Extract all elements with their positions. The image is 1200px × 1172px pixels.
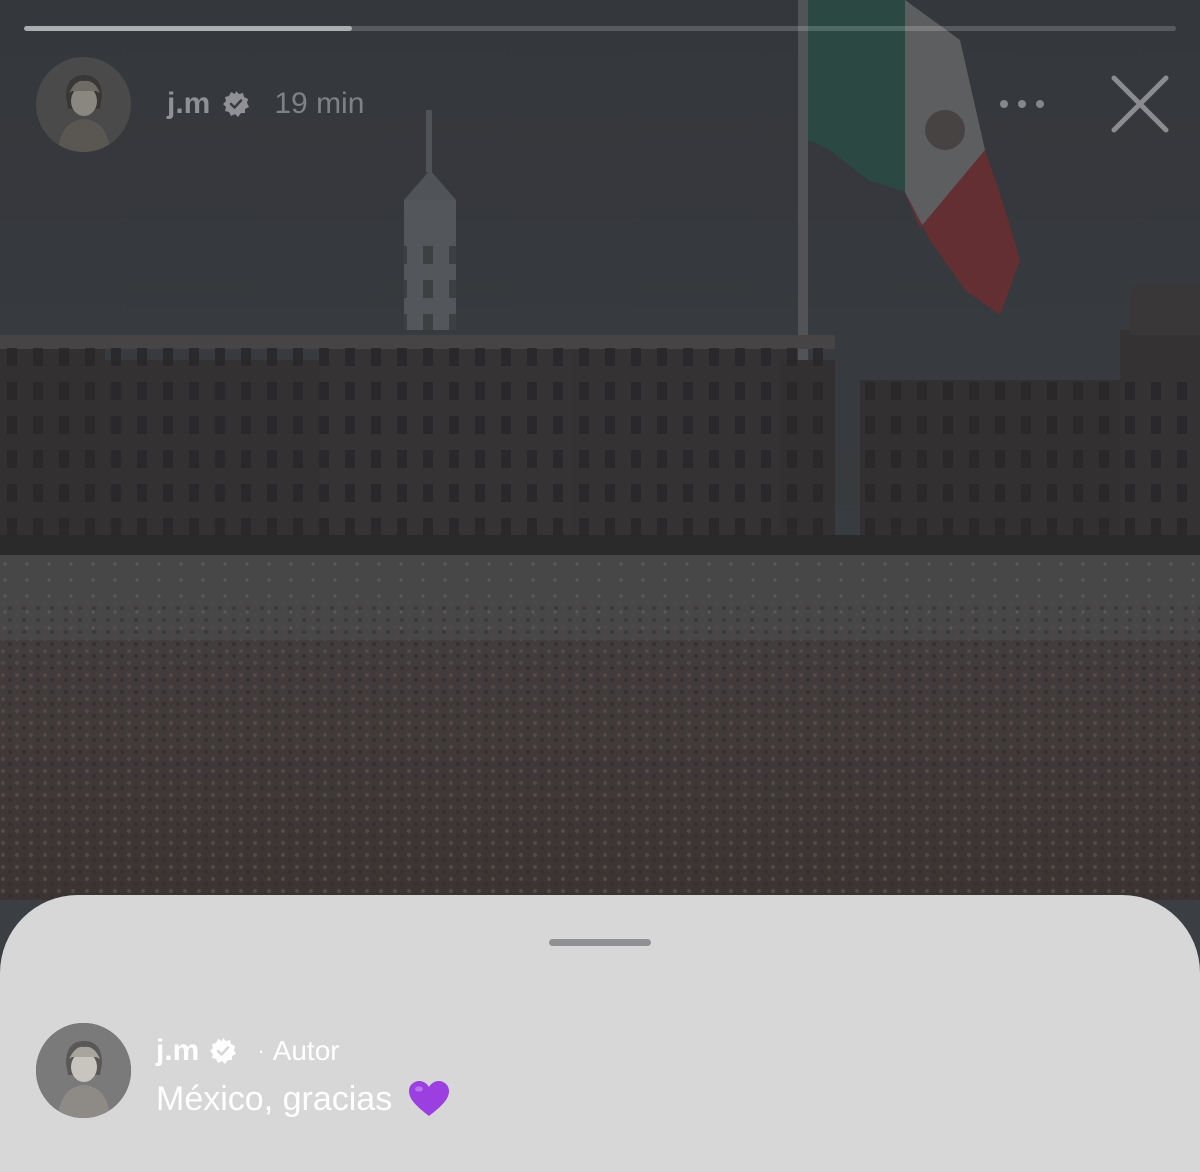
purple-heart-icon xyxy=(408,1080,450,1118)
verified-badge-icon xyxy=(222,90,250,118)
close-button[interactable] xyxy=(1104,68,1176,140)
story-header: j.m 19 min xyxy=(36,56,364,152)
comment-header: j.m · Autor xyxy=(156,1033,340,1069)
story-progress-fill xyxy=(24,26,353,31)
person-portrait-icon xyxy=(36,1023,131,1118)
more-options-button[interactable] xyxy=(992,84,1052,124)
verified-badge-icon xyxy=(209,1037,237,1065)
close-icon xyxy=(1111,75,1169,133)
comment-author-avatar[interactable] xyxy=(36,1023,131,1118)
comment-item: j.m · Autor México, gracias xyxy=(36,1023,1164,1123)
comment-separator: · xyxy=(257,1038,265,1063)
more-horizontal-icon xyxy=(1000,100,1044,108)
author-avatar[interactable] xyxy=(36,56,131,152)
author-role-label: Autor xyxy=(272,1035,340,1066)
story-progress-bar xyxy=(24,26,1176,31)
author-username[interactable]: j.m xyxy=(167,87,210,121)
sheet-drag-handle[interactable] xyxy=(549,939,651,946)
story-timestamp: 19 min xyxy=(274,87,365,120)
comment-body: México, gracias xyxy=(156,1077,450,1121)
comment-text: México, gracias xyxy=(156,1079,393,1118)
comment-username[interactable]: j.m xyxy=(156,1034,199,1068)
person-portrait-icon xyxy=(36,56,131,152)
comments-sheet[interactable]: j.m · Autor México, gracias xyxy=(0,895,1200,1172)
